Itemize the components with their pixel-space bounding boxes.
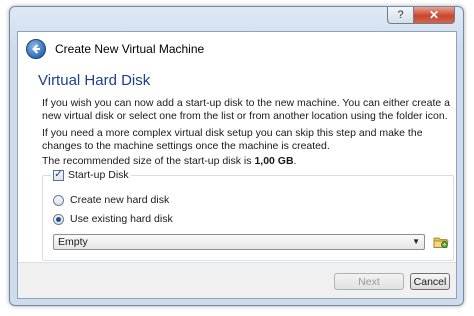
use-existing-disk-label: Use existing hard disk xyxy=(70,213,173,225)
recommended-size-text: The recommended size of the start-up dis… xyxy=(42,155,452,168)
wizard-footer: Next Cancel xyxy=(18,262,456,298)
recommended-prefix: The recommended size of the start-up dis… xyxy=(42,155,255,167)
wizard-window: ? ✕ Create New Virtual Machine Virtual H… xyxy=(9,6,464,306)
back-arrow-icon[interactable] xyxy=(26,39,46,59)
titlebar-buttons: ? ✕ xyxy=(387,7,455,25)
recommended-suffix: . xyxy=(293,155,297,167)
recommended-size-value: 1,00 GB xyxy=(254,155,294,167)
folder-icon[interactable] xyxy=(432,233,450,250)
existing-disk-value: Empty xyxy=(58,236,88,248)
cancel-button[interactable]: Cancel xyxy=(410,273,450,290)
wizard-header: Create New Virtual Machine xyxy=(18,32,456,66)
startup-disk-checkbox[interactable]: ✓ xyxy=(53,169,64,181)
startup-disk-group: ✓ Start-up Disk Create new hard disk Use… xyxy=(42,169,454,261)
startup-disk-legend: ✓ Start-up Disk xyxy=(51,169,131,181)
use-existing-disk-radio[interactable] xyxy=(53,213,64,225)
help-button[interactable]: ? xyxy=(387,7,413,24)
close-button[interactable]: ✕ xyxy=(413,7,455,24)
create-new-disk-label: Create new hard disk xyxy=(70,194,170,206)
create-new-disk-radio[interactable] xyxy=(53,194,64,206)
next-button[interactable]: Next xyxy=(334,273,404,290)
radio-selected-dot xyxy=(56,216,61,222)
chevron-down-icon: ▼ xyxy=(412,237,420,246)
page-title: Virtual Hard Disk xyxy=(38,72,151,89)
create-new-disk-option[interactable]: Create new hard disk xyxy=(53,194,169,206)
startup-disk-label: Start-up Disk xyxy=(68,169,129,181)
existing-disk-select[interactable]: Empty ▼ xyxy=(53,234,425,250)
wizard-title: Create New Virtual Machine xyxy=(55,42,205,56)
wizard-client-area: Create New Virtual Machine Virtual Hard … xyxy=(17,31,457,299)
use-existing-disk-option[interactable]: Use existing hard disk xyxy=(53,213,173,225)
wizard-page: Virtual Hard Disk If you wish you can no… xyxy=(18,66,456,262)
intro-paragraph: If you wish you can now add a start-up d… xyxy=(42,97,450,122)
advanced-paragraph: If you need a more complex virtual disk … xyxy=(42,127,423,152)
